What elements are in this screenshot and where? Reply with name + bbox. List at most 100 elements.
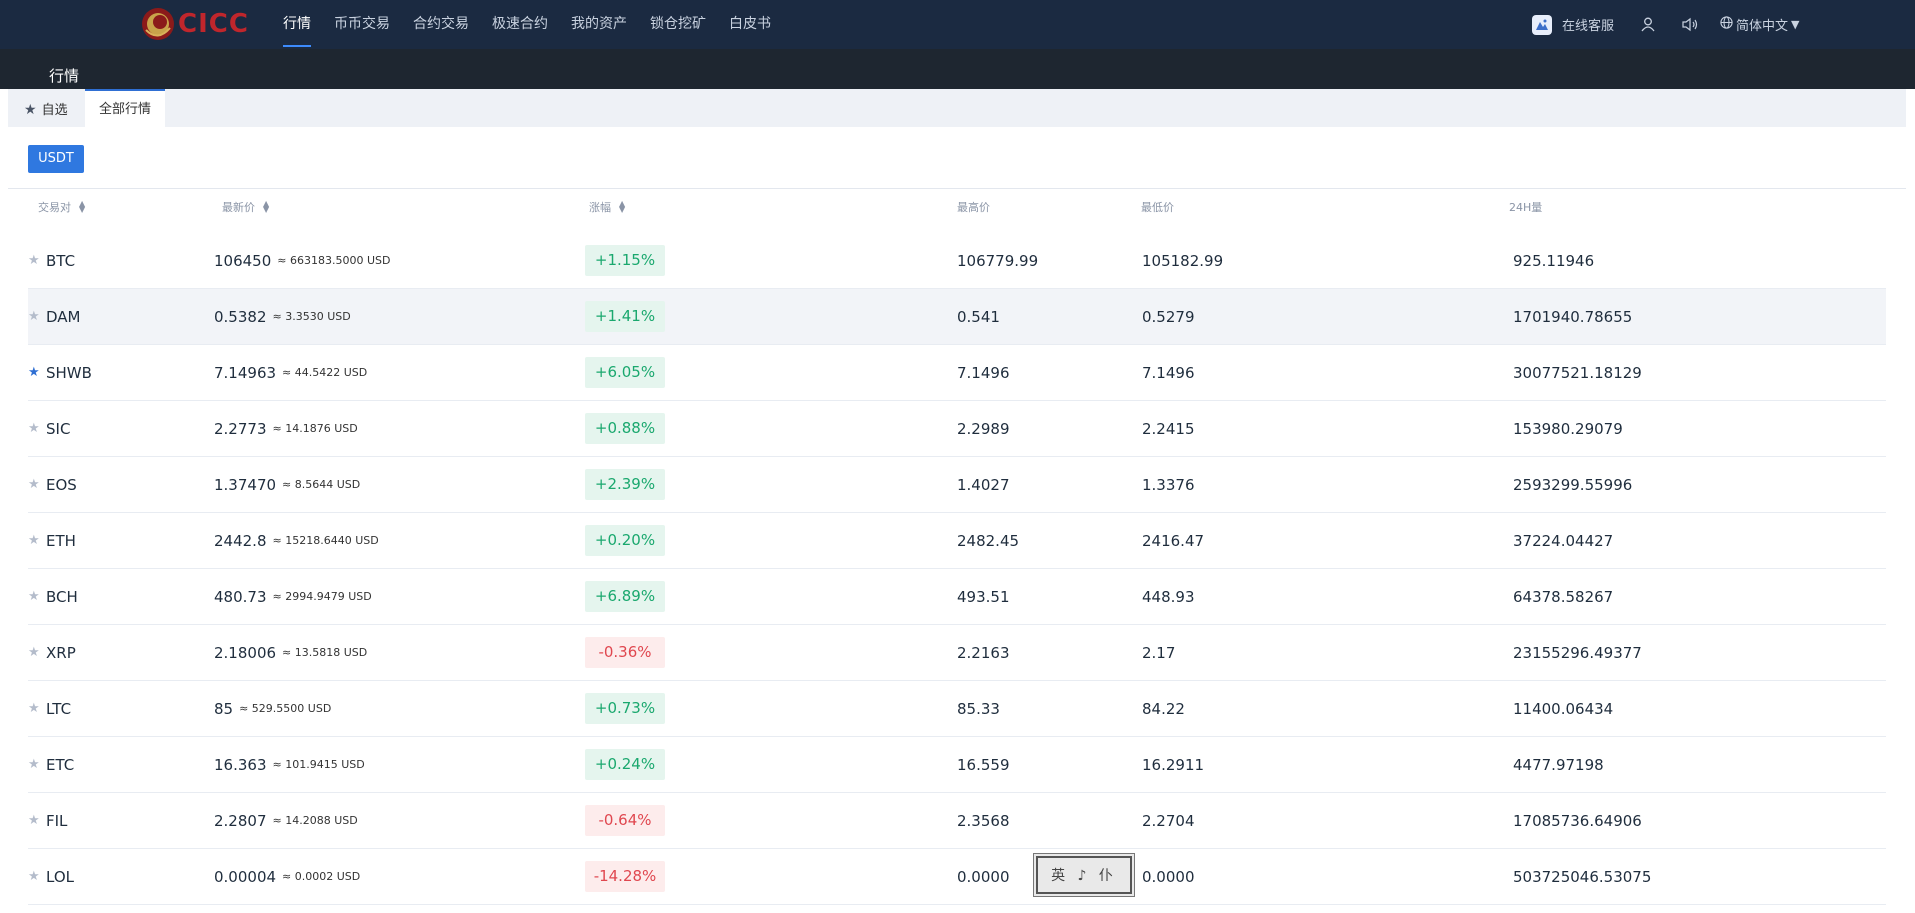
high-price: 2.3568 (957, 811, 1010, 830)
high-price: 7.1496 (957, 363, 1010, 382)
header-change[interactable]: 涨幅 ▲ ▼ (589, 199, 625, 215)
usd-equivalent: ≈ 14.1876 USD (272, 422, 358, 435)
change-badge: +2.39% (585, 469, 665, 500)
favorite-star-icon[interactable]: ★ (28, 233, 42, 288)
high-price: 2.2163 (957, 643, 1010, 662)
high-price: 16.559 (957, 755, 1010, 774)
low-price: 448.93 (1142, 587, 1195, 606)
favorite-star-icon[interactable]: ★ (28, 737, 42, 792)
usd-equivalent: ≈ 2994.9479 USD (272, 590, 372, 603)
usd-equivalent: ≈ 15218.6440 USD (272, 534, 379, 547)
last-price: 85 ≈ 529.5500 USD (214, 681, 331, 736)
low-price: 16.2911 (1142, 755, 1205, 774)
table-header: 交易对 ▲ ▼ 最新价 ▲ ▼ 涨幅 ▲ ▼ 最高价 最低价 24H量 (28, 199, 1886, 219)
last-price: 2.2773 ≈ 14.1876 USD (214, 401, 358, 456)
favorite-star-icon[interactable]: ★ (28, 513, 42, 568)
favorite-star-icon[interactable]: ★ (28, 625, 42, 680)
table-row[interactable]: ★ BTC 106450 ≈ 663183.5000 USD +1.15% 106779.… (28, 233, 1886, 289)
pair-symbol: SIC (46, 419, 71, 438)
table-row[interactable]: ★ XRP 2.18006 ≈ 13.5818 USD -0.36% 2.2163 2.17… (28, 625, 1886, 681)
change-badge: +1.15% (585, 245, 665, 276)
table-row[interactable]: ★ LOL 0.00004 ≈ 0.0002 USD -14.28% 0.0000 0.00… (28, 849, 1886, 905)
usd-equivalent: ≈ 663183.5000 USD (277, 254, 391, 267)
brand-name: CICC (178, 9, 249, 39)
top-navbar: CICC 行情 币币交易 合约交易 极速合约 我的资产 锁仓挖矿 白皮书 在线客服 简体中文… (0, 0, 1915, 49)
nav-item[interactable]: 白皮书 (729, 0, 771, 49)
divider (8, 188, 1906, 189)
pair-symbol: SHWB (46, 363, 92, 382)
favorite-star-icon[interactable]: ★ (28, 849, 42, 904)
caret-down-icon: ▼ (1791, 18, 1800, 31)
speaker-icon[interactable] (1682, 17, 1698, 32)
table-row[interactable]: ★ FIL 2.2807 ≈ 14.2088 USD -0.64% 2.3568 2.270… (28, 793, 1886, 849)
pair-symbol: BTC (46, 251, 76, 270)
last-price: 480.73 ≈ 2994.9479 USD (214, 569, 372, 624)
favorite-star-icon[interactable]: ★ (28, 457, 42, 512)
high-price: 106779.99 (957, 251, 1039, 270)
tab-favorites[interactable]: ★ 自选 (16, 89, 76, 127)
high-price: 493.51 (957, 587, 1010, 606)
table-row[interactable]: ★ ETC 16.363 ≈ 101.9415 USD +0.24% 16.559 16.2… (28, 737, 1886, 793)
market-table-body: ★ BTC 106450 ≈ 663183.5000 USD +1.15% 106779.… (28, 233, 1886, 905)
change-badge: -0.36% (585, 637, 665, 668)
header-high-label: 最高价 (957, 201, 990, 214)
volume-24h: 11400.06434 (1513, 699, 1614, 718)
header-last-price[interactable]: 最新价 ▲ ▼ (222, 199, 269, 215)
nav-item[interactable]: 行情 (283, 0, 311, 49)
table-row[interactable]: ★ SIC 2.2773 ≈ 14.1876 USD +0.88% 2.2989 2.241… (28, 401, 1886, 457)
table-row[interactable]: ★ LTC 85 ≈ 529.5500 USD +0.73% 85.33 84.22 1140… (28, 681, 1886, 737)
usd-equivalent: ≈ 101.9415 USD (272, 758, 365, 771)
sort-icon: ▲ ▼ (619, 199, 626, 214)
table-row[interactable]: ★ SHWB 7.14963 ≈ 44.5422 USD +6.05% 7.1496 7.1… (28, 345, 1886, 401)
change-cell: +6.89% (585, 569, 665, 624)
volume-24h: 17085736.64906 (1513, 811, 1642, 830)
user-icon[interactable] (1641, 17, 1655, 32)
favorite-star-icon[interactable]: ★ (28, 681, 42, 736)
favorite-star-icon[interactable]: ★ (28, 793, 42, 848)
customer-service-link[interactable]: 在线客服 (1562, 15, 1614, 34)
volume-24h: 4477.97198 (1513, 755, 1604, 774)
page-title: 行情 (49, 67, 80, 85)
header-volume-label: 24H量 (1509, 201, 1543, 214)
volume-24h: 503725046.53075 (1513, 867, 1652, 886)
header-last-price-label: 最新价 (222, 201, 255, 214)
tab-all-markets[interactable]: 全部行情 (85, 89, 166, 127)
favorite-star-icon[interactable]: ★ (28, 345, 42, 400)
table-row[interactable]: ★ EOS 1.37470 ≈ 8.5644 USD +2.39% 1.4027 1.337… (28, 457, 1886, 513)
brand-logo[interactable]: CICC (140, 6, 249, 42)
usd-equivalent: ≈ 0.0002 USD (282, 870, 361, 883)
pair-symbol: LOL (46, 867, 74, 886)
high-price: 85.33 (957, 699, 1000, 718)
change-cell: +0.20% (585, 513, 665, 568)
nav-item[interactable]: 锁仓挖矿 (650, 0, 706, 49)
page-header: 行情 (0, 49, 1915, 89)
favorite-star-icon[interactable]: ★ (28, 569, 42, 624)
price-value: 2.2773 (214, 419, 267, 438)
tab-favorites-label: 自选 (41, 103, 68, 118)
market-tabs: ★ 自选 全部行情 (8, 89, 1906, 127)
language-selector[interactable]: 简体中文 ▼ (1720, 15, 1800, 34)
last-price: 1.37470 ≈ 8.5644 USD (214, 457, 360, 512)
table-row[interactable]: ★ DAM 0.5382 ≈ 3.3530 USD +1.41% 0.541 0.5279 1… (28, 289, 1886, 345)
customer-service-icon[interactable] (1532, 14, 1552, 35)
star-icon: ★ (24, 102, 37, 118)
table-row[interactable]: ★ ETH 2442.8 ≈ 15218.6440 USD +0.20% 2482.45 2… (28, 513, 1886, 569)
header-low-label: 最低价 (1141, 201, 1174, 214)
change-cell: -0.64% (585, 793, 665, 848)
pair-symbol: DAM (46, 307, 81, 326)
nav-item[interactable]: 合约交易 (413, 0, 469, 49)
header-pair[interactable]: 交易对 ▲ ▼ (38, 199, 85, 215)
nav-item[interactable]: 极速合约 (492, 0, 548, 49)
favorite-star-icon[interactable]: ★ (28, 289, 42, 344)
usd-equivalent: ≈ 13.5818 USD (282, 646, 368, 659)
nav-item[interactable]: 币币交易 (334, 0, 390, 49)
change-cell: +0.73% (585, 681, 665, 736)
favorite-star-icon[interactable]: ★ (28, 401, 42, 456)
low-price: 2.17 (1142, 643, 1176, 662)
nav-item[interactable]: 我的资产 (571, 0, 627, 49)
table-row[interactable]: ★ BCH 480.73 ≈ 2994.9479 USD +6.89% 493.51 448… (28, 569, 1886, 625)
change-badge: +0.24% (585, 749, 665, 780)
usd-equivalent: ≈ 14.2088 USD (272, 814, 358, 827)
change-cell: +2.39% (585, 457, 665, 512)
quote-filter-usdt[interactable]: USDT (28, 145, 84, 173)
